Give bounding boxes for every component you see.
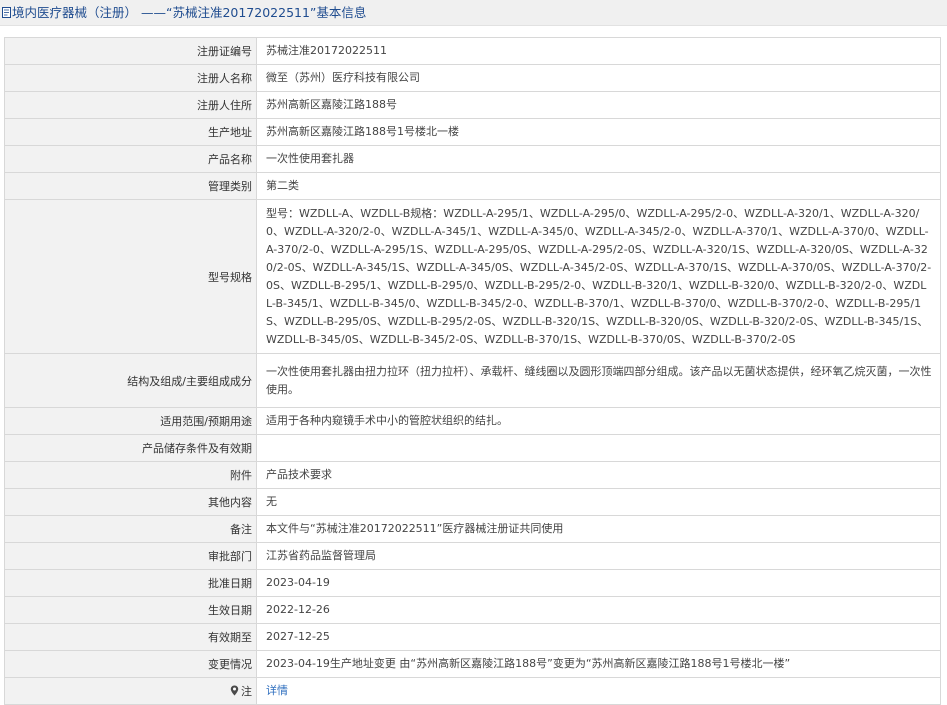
table-row: 审批部门 江苏省药品监督管理局 [4,542,941,570]
field-value [256,434,941,462]
field-label: 型号规格 [4,199,257,354]
table-row: 备注 本文件与“苏械注准20172022511”医疗器械注册证共同使用 [4,515,941,543]
table-row: 结构及组成/主要组成成分 一次性使用套扎器由扭力拉环（扭力拉杆）、承载杆、缝线圈… [4,353,941,408]
field-label: 适用范围/预期用途 [4,407,257,435]
field-value: 产品技术要求 [256,461,941,489]
field-label: 附件 [4,461,257,489]
field-value: 无 [256,488,941,516]
field-value: 一次性使用套扎器由扭力拉环（扭力拉杆）、承载杆、缝线圈以及圆形顶端四部分组成。该… [256,353,941,408]
table-row: 其他内容 无 [4,488,941,516]
field-value: 2023-04-19生产地址变更 由“苏州高新区嘉陵江路188号”变更为“苏州高… [256,650,941,678]
note-label-cell: 注 [4,677,257,705]
field-label: 注册人名称 [4,64,257,92]
model-spec-text: 型号：WZDLL-A、WZDLL-B规格：WZDLL-A-295/1、WZDLL… [266,206,932,346]
table-row: 适用范围/预期用途 适用于各种内窥镜手术中小的管腔状组织的结扎。 [4,407,941,435]
field-value: 2023-04-19 [256,569,941,597]
table-row: 生产地址 苏州高新区嘉陵江路188号1号楼北一楼 [4,118,941,146]
field-value: 2022-12-26 [256,596,941,624]
table-row: 注册人住所 苏州高新区嘉陵江路188号 [4,91,941,119]
table-row: 有效期至 2027-12-25 [4,623,941,651]
field-label: 产品储存条件及有效期 [4,434,257,462]
field-label: 注册人住所 [4,91,257,119]
field-value: 苏州高新区嘉陵江路188号1号楼北一楼 [256,118,941,146]
field-label: 管理类别 [4,172,257,200]
table-row: 产品名称 一次性使用套扎器 [4,145,941,173]
table-row: 附件 产品技术要求 [4,461,941,489]
location-pin-icon [230,685,239,696]
details-link[interactable]: 详情 [266,684,288,697]
field-label: 注 [241,685,252,698]
field-label: 生效日期 [4,596,257,624]
table-row: 注册人名称 微至（苏州）医疗科技有限公司 [4,64,941,92]
field-value: 苏州高新区嘉陵江路188号 [256,91,941,119]
field-label: 变更情况 [4,650,257,678]
field-value: 江苏省药品监督管理局 [256,542,941,570]
field-label: 批准日期 [4,569,257,597]
field-value: 详情 [256,677,941,705]
page-header: 境内医疗器械（注册） ——“苏械注准20172022511”基本信息 [0,0,947,26]
field-label: 结构及组成/主要组成成分 [4,353,257,408]
document-edit-icon [2,7,11,18]
field-label: 审批部门 [4,542,257,570]
field-value: 微至（苏州）医疗科技有限公司 [256,64,941,92]
field-label: 注册证编号 [4,37,257,65]
table-row: 管理类别 第二类 [4,172,941,200]
table-row: 型号规格 型号：WZDLL-A、WZDLL-B规格：WZDLL-A-295/1、… [4,199,941,354]
table-row: 产品储存条件及有效期 [4,434,941,462]
table-row: 注 详情 [4,677,941,705]
table-row: 生效日期 2022-12-26 [4,596,941,624]
field-value: 2027-12-25 [256,623,941,651]
table-row: 注册证编号 苏械注准20172022511 [4,37,941,65]
field-label: 产品名称 [4,145,257,173]
field-label: 其他内容 [4,488,257,516]
table-row: 变更情况 2023-04-19生产地址变更 由“苏州高新区嘉陵江路188号”变更… [4,650,941,678]
field-value: 适用于各种内窥镜手术中小的管腔状组织的结扎。 [256,407,941,435]
field-label: 备注 [4,515,257,543]
table-row: 批准日期 2023-04-19 [4,569,941,597]
field-value: 第二类 [256,172,941,200]
field-value: 一次性使用套扎器 [256,145,941,173]
field-label: 生产地址 [4,118,257,146]
field-value: 苏械注准20172022511 [256,37,941,65]
device-info-table: 注册证编号 苏械注准20172022511 注册人名称 微至（苏州）医疗科技有限… [4,37,941,705]
field-value: 型号：WZDLL-A、WZDLL-B规格：WZDLL-A-295/1、WZDLL… [256,199,941,354]
field-value: 本文件与“苏械注准20172022511”医疗器械注册证共同使用 [256,515,941,543]
page-title: 境内医疗器械（注册） ——“苏械注准20172022511”基本信息 [12,5,367,20]
field-label: 有效期至 [4,623,257,651]
structure-text: 一次性使用套扎器由扭力拉环（扭力拉杆）、承载杆、缝线圈以及圆形顶端四部分组成。该… [266,364,932,396]
